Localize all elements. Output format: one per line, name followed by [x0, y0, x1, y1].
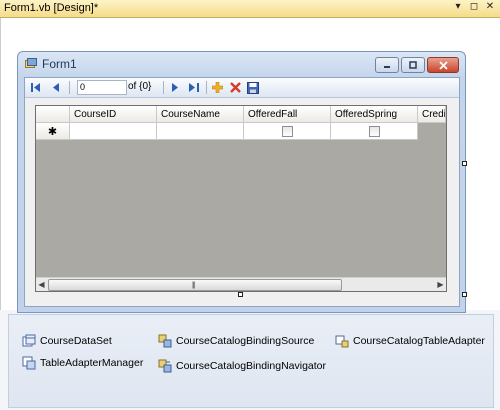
move-first-icon[interactable] — [29, 81, 43, 94]
cell-courseid[interactable] — [70, 123, 157, 140]
cell-coursename[interactable] — [157, 123, 244, 140]
column-header-offeredfall[interactable]: OfferedFall — [244, 106, 331, 123]
column-header-courseid[interactable]: CourseID — [70, 106, 157, 123]
tray-item-dataset[interactable]: CourseDataSet — [22, 334, 112, 348]
document-tab-title[interactable]: Form1.vb [Design]* — [4, 2, 98, 14]
table-adapter-manager-icon — [22, 356, 36, 370]
component-tray: CourseDataSet CourseCatalogBindingSource… — [8, 314, 494, 408]
form-title: Form1 — [42, 57, 77, 71]
grid-header-row: CourseID CourseName OfferedFall OfferedS… — [36, 106, 446, 123]
move-next-icon[interactable] — [168, 81, 182, 94]
tray-item-label: CourseCatalogTableAdapter — [353, 335, 485, 347]
cell-offeredfall[interactable] — [244, 123, 331, 140]
offeredspring-checkbox[interactable] — [368, 125, 380, 137]
save-icon[interactable] — [246, 81, 260, 94]
binding-navigator-icon — [158, 359, 172, 373]
form-titlebar[interactable]: Form1 — [18, 52, 465, 76]
move-previous-icon[interactable] — [49, 81, 63, 94]
document-tab-header: Form1.vb [Design]* ▾ ◻ ✕ — [0, 0, 500, 18]
maximize-icon[interactable] — [401, 57, 425, 73]
move-last-icon[interactable] — [187, 81, 201, 94]
tray-item-binding-source[interactable]: CourseCatalogBindingSource — [158, 334, 314, 348]
toolbar-separator — [163, 81, 164, 94]
pin-icon[interactable]: ◻ — [468, 1, 480, 12]
data-grid-view[interactable]: CourseID CourseName OfferedFall OfferedS… — [35, 105, 447, 292]
horizontal-scrollbar[interactable]: ◀ ||| ▶ — [36, 277, 446, 291]
resize-handle-bottom[interactable] — [238, 292, 243, 297]
tray-item-binding-navigator[interactable]: CourseCatalogBindingNavigator — [158, 359, 326, 373]
new-row[interactable]: ✱ — [36, 123, 446, 140]
window-position-icon[interactable]: ▾ — [452, 1, 464, 12]
resize-handle-corner[interactable] — [462, 292, 467, 297]
position-input[interactable]: 0 — [77, 80, 127, 95]
window-controls — [375, 57, 459, 73]
document-tab-buttons: ▾ ◻ ✕ — [452, 1, 496, 12]
tray-item-label: TableAdapterManager — [40, 357, 144, 369]
offeredfall-checkbox[interactable] — [281, 125, 293, 137]
dataset-icon — [22, 334, 36, 347]
scroll-left-icon[interactable]: ◀ — [36, 279, 47, 290]
delete-icon[interactable] — [228, 81, 242, 94]
cell-offeredspring[interactable] — [331, 123, 418, 140]
column-header-credits[interactable]: Credi — [418, 106, 446, 123]
column-header-coursename[interactable]: CourseName — [157, 106, 244, 123]
binding-source-icon — [158, 334, 172, 348]
close-icon[interactable]: ✕ — [484, 1, 496, 12]
tray-item-table-adapter[interactable]: CourseCatalogTableAdapter — [335, 334, 485, 348]
count-label: of {0} — [128, 81, 152, 92]
toolbar-separator — [69, 81, 70, 94]
close-icon[interactable] — [427, 57, 459, 73]
cell-credits[interactable] — [418, 123, 446, 140]
form-window[interactable]: Form1 0 of {0} CourseID CourseName Offer… — [17, 51, 466, 313]
tray-item-label: CourseCatalogBindingSource — [176, 335, 315, 347]
minimize-icon[interactable] — [375, 57, 399, 73]
binding-navigator-toolbar: 0 of {0} — [25, 78, 459, 98]
table-adapter-icon — [335, 335, 349, 348]
column-header-offeredspring[interactable]: OfferedSpring — [331, 106, 418, 123]
scroll-thumb[interactable]: ||| — [48, 279, 342, 291]
new-row-marker-icon: ✱ — [36, 123, 70, 140]
form-icon — [25, 58, 37, 68]
scroll-right-icon[interactable]: ▶ — [435, 279, 446, 290]
add-new-icon[interactable] — [210, 81, 224, 94]
form-client-area: 0 of {0} CourseID CourseName OfferedFall… — [24, 77, 460, 307]
design-surface: Form1 0 of {0} CourseID CourseName Offer… — [0, 18, 500, 313]
resize-handle-right[interactable] — [462, 161, 467, 166]
toolbar-separator — [206, 81, 207, 94]
grid-row-header-corner — [36, 106, 70, 123]
tray-item-table-adapter-manager[interactable]: TableAdapterManager — [22, 356, 143, 370]
tray-item-label: CourseDataSet — [40, 335, 112, 347]
tray-item-label: CourseCatalogBindingNavigator — [176, 360, 327, 372]
scroll-grip-icon: ||| — [192, 282, 196, 289]
